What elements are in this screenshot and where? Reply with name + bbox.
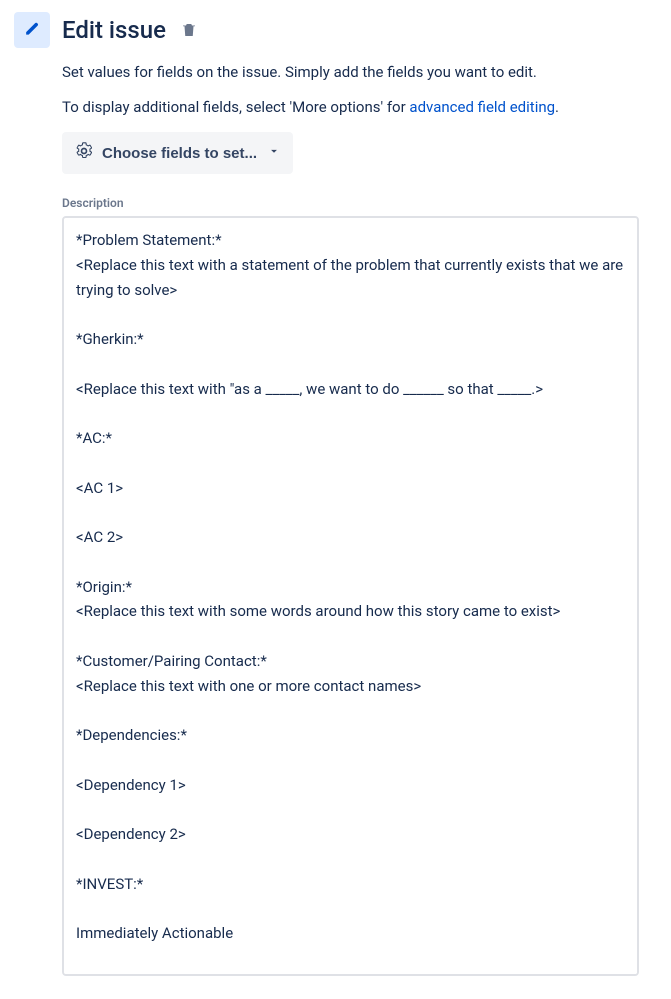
intro-line-2-prefix: To display additional fields, select 'Mo… — [62, 98, 409, 116]
choose-fields-button[interactable]: Choose fields to set... — [62, 132, 293, 174]
intro-line-2: To display additional fields, select 'Mo… — [62, 97, 657, 118]
choose-fields-label: Choose fields to set... — [102, 145, 257, 162]
intro-line-1: Set values for fields on the issue. Simp… — [62, 62, 657, 83]
chevron-down-icon — [265, 144, 281, 162]
delete-button[interactable] — [180, 21, 198, 39]
intro-line-2-suffix: . — [555, 98, 559, 116]
description-textarea[interactable] — [64, 218, 637, 974]
content-block: Set values for fields on the issue. Simp… — [62, 62, 657, 976]
gear-icon — [74, 141, 94, 165]
edit-icon-box — [14, 12, 50, 48]
page-title: Edit issue — [62, 16, 166, 44]
description-field-label: Description — [62, 196, 657, 210]
description-field-wrapper — [62, 216, 639, 976]
header-row: Edit issue — [14, 12, 657, 48]
advanced-field-editing-link[interactable]: advanced field editing — [409, 98, 555, 116]
pencil-icon — [22, 18, 42, 42]
